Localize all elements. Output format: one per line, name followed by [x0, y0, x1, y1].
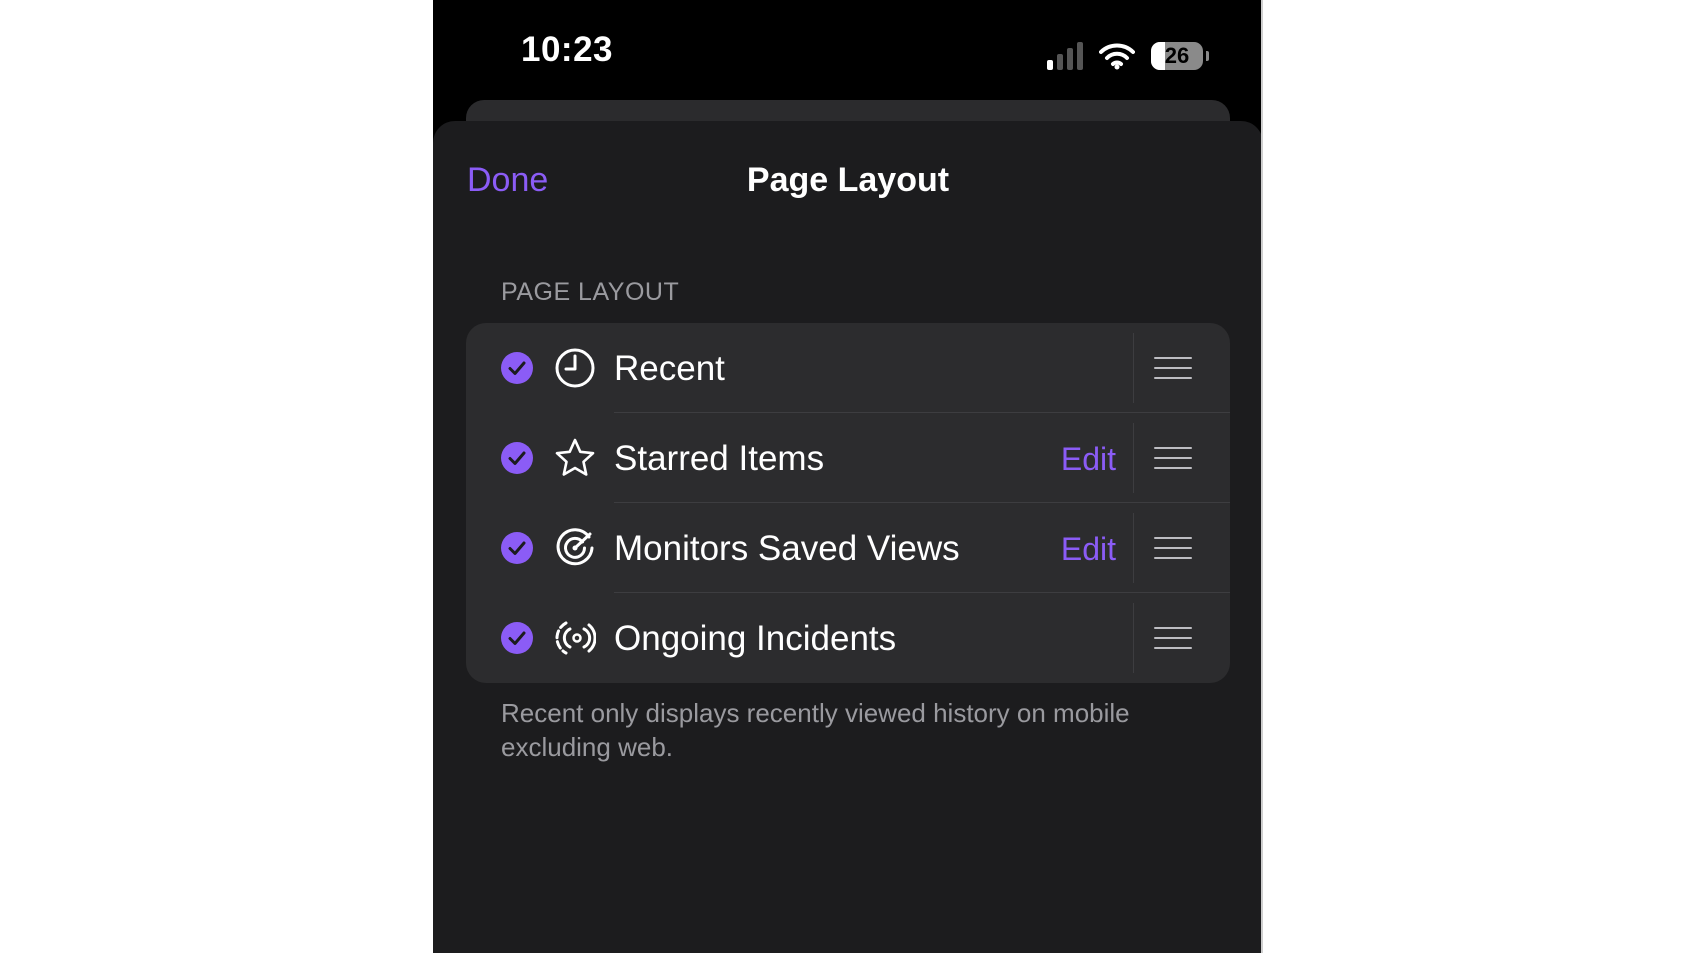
checkmark-icon[interactable]	[501, 532, 533, 564]
broadcast-icon	[555, 621, 596, 655]
wifi-icon	[1099, 43, 1135, 70]
battery-icon: 26	[1151, 42, 1209, 70]
drag-handle-icon[interactable]	[1154, 535, 1192, 561]
drag-handle-icon[interactable]	[1154, 355, 1192, 381]
drag-handle-icon[interactable]	[1154, 625, 1192, 651]
cellular-signal-icon	[1047, 42, 1083, 70]
battery-level: 26	[1164, 43, 1190, 68]
status-bar: 10:23 26	[433, 0, 1263, 100]
checkmark-icon[interactable]	[501, 442, 533, 474]
star-icon	[555, 438, 595, 476]
page-layout-list: Recent Starred Items Edit Monitors Saved…	[466, 323, 1230, 683]
phone-screen: 10:23 26 Done Page Layout PAGE LAYOUT Re…	[433, 0, 1263, 953]
section-header: PAGE LAYOUT	[501, 278, 680, 306]
phone-edge	[1261, 0, 1263, 953]
checkmark-icon[interactable]	[501, 622, 533, 654]
page-layout-sheet: Done Page Layout PAGE LAYOUT Recent Star…	[433, 121, 1263, 953]
list-item-starred-items[interactable]: Starred Items Edit	[466, 413, 1230, 503]
divider	[1133, 333, 1134, 403]
target-icon	[556, 528, 594, 566]
edit-button[interactable]: Edit	[1061, 441, 1116, 478]
status-icons: 26	[1047, 38, 1209, 74]
list-item-label: Starred Items	[614, 439, 825, 478]
divider	[1133, 603, 1134, 673]
checkmark-icon[interactable]	[501, 352, 533, 384]
list-item-label: Ongoing Incidents	[614, 619, 897, 658]
clock-icon	[555, 348, 595, 388]
page-title: Page Layout	[746, 161, 950, 199]
status-time: 10:23	[521, 30, 614, 69]
section-footer: Recent only displays recently viewed his…	[501, 698, 1130, 762]
divider	[1133, 513, 1134, 583]
list-item-label: Recent	[614, 349, 725, 388]
drag-handle-icon[interactable]	[1154, 445, 1192, 471]
divider	[1133, 423, 1134, 493]
list-item-monitors-saved-views[interactable]: Monitors Saved Views Edit	[466, 503, 1230, 593]
list-item-ongoing-incidents[interactable]: Ongoing Incidents	[466, 593, 1230, 683]
edit-button[interactable]: Edit	[1061, 531, 1116, 568]
navigation-bar: Done Page Layout	[433, 121, 1263, 221]
list-item-recent[interactable]: Recent	[466, 323, 1230, 413]
list-item-label: Monitors Saved Views	[614, 529, 960, 568]
